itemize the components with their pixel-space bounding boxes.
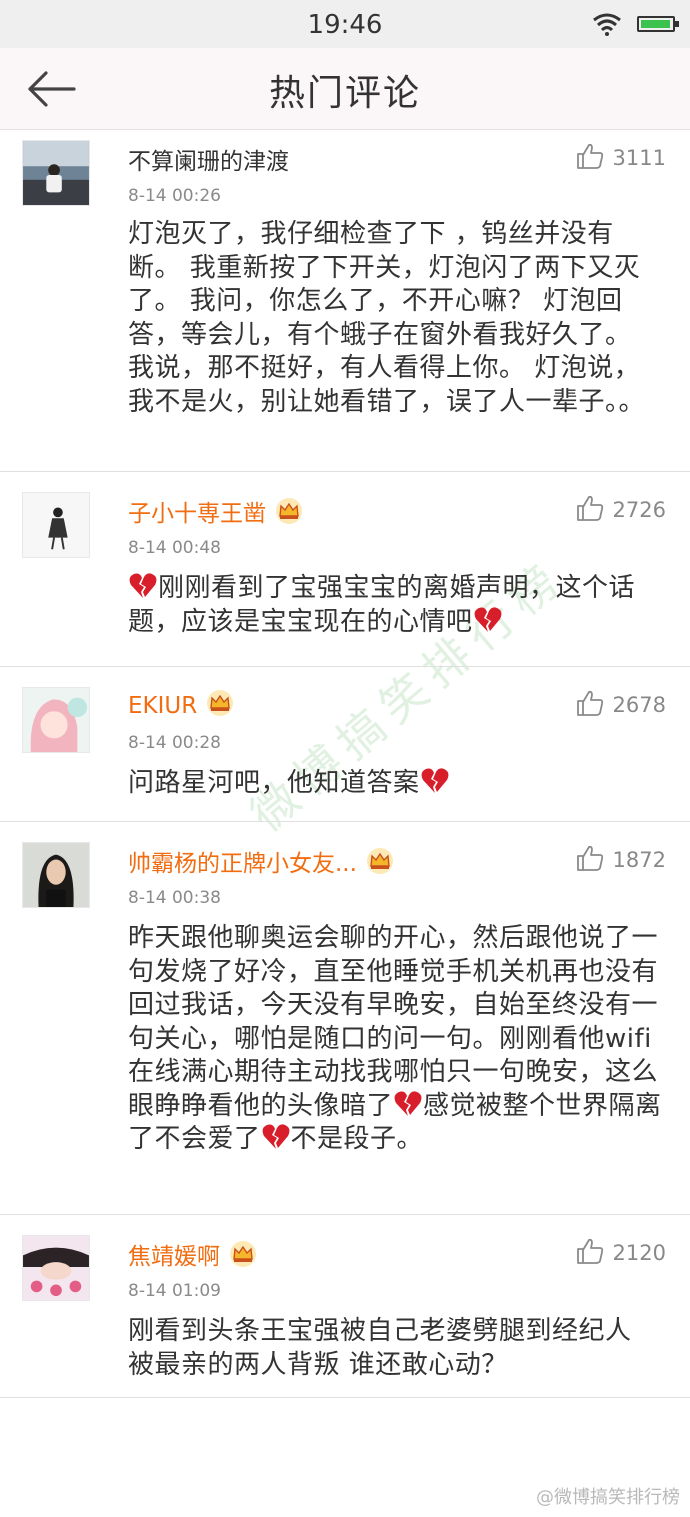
username[interactable]: 焦靖媛啊 — [128, 1237, 258, 1271]
nav-bar: 热门评论 — [0, 48, 690, 130]
username[interactable]: EKIUR — [128, 689, 235, 719]
comment-time: 8-14 00:26 — [128, 186, 221, 206]
anime-girl-avatar — [23, 688, 89, 752]
like-button[interactable]: 2678 — [575, 689, 666, 721]
username[interactable]: 帅霸杨的正牌小女友... — [128, 844, 395, 878]
comment-item[interactable]: 焦靖媛啊 8-14 01:09 2120 刚看到头条王宝强被自己老婆劈腿到经纪人 被最… — [0, 1215, 690, 1398]
like-count: 1872 — [612, 848, 666, 872]
comment-text-segment: 灯泡灭了，我仔细检查了下 ，钨丝并没有断。 我重新按了下开关，灯泡闪了两下又灭了… — [128, 219, 646, 417]
comment-item[interactable]: 子小十専王凿 8-14 00:48 2726 刚刚看到了宝强宝宝的离婚声明，这个话题，… — [0, 472, 690, 667]
comment-content: 昨天跟他聊奥运会聊的开心，然后跟他说了一句发烧了好冷，直至他睡觉手机关机再也没有… — [128, 922, 664, 1157]
comment-text-segment: 刚看到头条王宝强被自己老婆劈腿到经纪人 被最亲的两人背叛 谁还敢心动？ — [128, 1316, 632, 1380]
like-button[interactable]: 2726 — [575, 494, 666, 526]
status-bar: 19:46 — [0, 0, 690, 48]
comment-time: 8-14 00:38 — [128, 888, 221, 908]
broken-heart-icon — [393, 1090, 423, 1118]
comment-text-segment: 不是段子。 — [290, 1124, 424, 1154]
comment-content: 刚看到头条王宝强被自己老婆劈腿到经纪人 被最亲的两人背叛 谁还敢心动？ — [128, 1315, 664, 1382]
username[interactable]: 子小十専王凿 — [128, 494, 304, 528]
wifi-icon — [593, 13, 621, 36]
comment-item[interactable]: EKIUR 8-14 00:28 2678 问路星河吧，他知道答案 — [0, 667, 690, 822]
girl-photo-avatar — [23, 843, 89, 907]
like-count: 2678 — [612, 693, 666, 717]
status-time: 19:46 — [307, 10, 383, 40]
battery-icon — [637, 16, 679, 32]
comment-time: 8-14 01:09 — [128, 1281, 221, 1301]
avatar[interactable] — [22, 492, 90, 558]
comment-item[interactable]: 不算阑珊的津渡 8-14 00:26 3111 灯泡灭了，我仔细检查了下 ，钨丝并没有… — [0, 130, 690, 472]
comment-content: 刚刚看到了宝强宝宝的离婚声明，这个话题，应该是宝宝现在的心情吧 — [128, 572, 664, 639]
like-count: 2120 — [612, 1241, 666, 1265]
username-text: 子小十専王凿 — [128, 501, 266, 527]
like-count: 2726 — [612, 498, 666, 522]
vip-crown-icon — [228, 1240, 258, 1268]
page-title: 热门评论 — [268, 73, 421, 114]
thumbs-up-icon — [575, 843, 613, 877]
broken-heart-icon — [261, 1123, 291, 1151]
comment-time: 8-14 00:48 — [128, 538, 221, 558]
thumbs-up-icon — [575, 1236, 613, 1270]
thumbs-up-icon — [575, 141, 613, 175]
sleeping-girl-avatar — [23, 1236, 89, 1300]
username-text: 帅霸杨的正牌小女友... — [128, 851, 357, 877]
avatar[interactable] — [22, 687, 90, 753]
like-button[interactable]: 2120 — [575, 1237, 666, 1269]
comment-content: 灯泡灭了，我仔细检查了下 ，钨丝并没有断。 我重新按了下开关，灯泡闪了两下又灭了… — [128, 218, 664, 419]
username-text: EKIUR — [128, 693, 198, 719]
comment-text-segment: 刚刚看到了宝强宝宝的离婚声明，这个话题，应该是宝宝现在的心情吧 — [128, 573, 636, 637]
battery-level — [641, 20, 670, 28]
broken-heart-icon — [420, 767, 450, 795]
comment-item[interactable]: 帅霸杨的正牌小女友... 8-14 00:38 1872 昨天跟他聊奥运会聊的开心，然… — [0, 822, 690, 1215]
avatar[interactable] — [22, 1235, 90, 1301]
footer-watermark: @微博搞笑排行榜 — [536, 1487, 680, 1508]
username[interactable]: 不算阑珊的津渡 — [128, 142, 289, 176]
thumbs-up-icon — [575, 688, 613, 722]
avatar[interactable] — [22, 140, 90, 206]
comment-content: 问路星河吧，他知道答案 — [128, 767, 664, 801]
comment-time: 8-14 00:28 — [128, 733, 221, 753]
avatar[interactable] — [22, 842, 90, 908]
vip-crown-icon — [205, 689, 235, 717]
girl-sketch-avatar — [23, 493, 89, 557]
vip-crown-icon — [365, 847, 395, 875]
username-text: 焦靖媛啊 — [128, 1244, 220, 1270]
like-count: 3111 — [612, 146, 666, 170]
vip-crown-icon — [274, 497, 304, 525]
broken-heart-icon — [128, 572, 158, 600]
boy-by-water-avatar — [23, 141, 89, 205]
like-button[interactable]: 1872 — [575, 844, 666, 876]
username-text: 不算阑珊的津渡 — [128, 149, 289, 175]
comment-text-segment: 问路星河吧，他知道答案 — [128, 768, 420, 798]
thumbs-up-icon — [575, 493, 613, 527]
like-button[interactable]: 3111 — [575, 142, 666, 174]
broken-heart-icon — [473, 606, 503, 634]
